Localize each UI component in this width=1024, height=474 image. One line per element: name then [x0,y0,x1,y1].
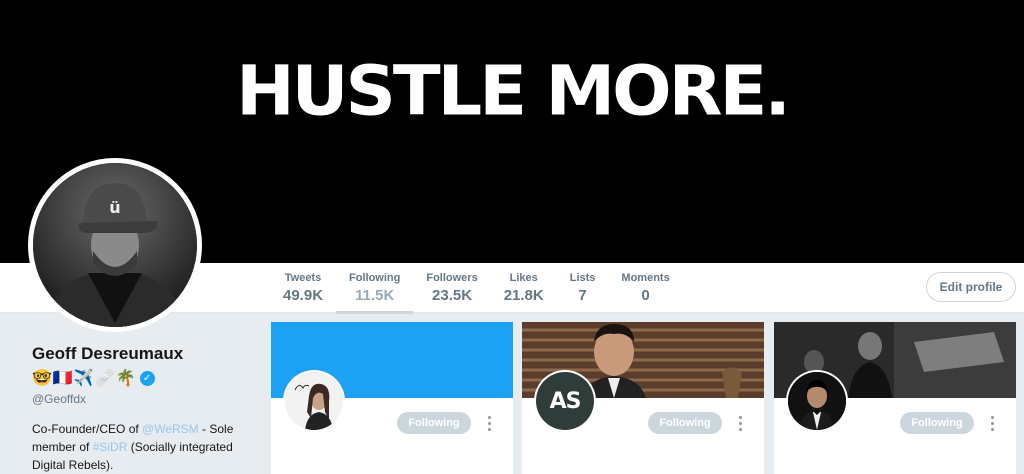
banner-text: HUSTLE MORE. [236,50,791,132]
card-avatar[interactable] [786,370,848,432]
stats-bar: Tweets 49.9K Following 11.5K Followers 2… [270,263,683,314]
stat-label: Followers [426,272,478,284]
card-avatar-photo [788,372,846,430]
more-options-icon[interactable] [984,413,1000,433]
stat-moments[interactable]: Moments 0 [608,263,682,313]
card-avatar-photo: AS [536,372,594,430]
profile-name[interactable]: Geoff Desreumaux [32,344,268,364]
france-flag-icon: 🇫🇷 [52,370,73,387]
stat-label: Tweets [284,272,322,284]
following-card[interactable]: Following [774,322,1016,474]
verified-badge-icon: ✓ [139,370,155,386]
card-avatar-logo-text: AS [549,388,582,414]
card-avatar[interactable]: AS [534,370,596,432]
stat-lists[interactable]: Lists 7 [557,263,609,313]
stat-value: 11.5K [355,287,395,304]
stat-value: 23.5K [432,287,473,304]
following-button[interactable]: Following [648,412,722,434]
following-card[interactable]: AS Following [522,322,764,474]
stat-likes[interactable]: Likes 21.8K [491,263,557,313]
stat-label: Likes [509,272,538,284]
more-options-icon[interactable] [481,413,497,433]
edit-profile-button[interactable]: Edit profile [926,272,1016,302]
svg-text:ü: ü [109,198,120,217]
bio-mention-link[interactable]: @WeRSM [142,422,199,436]
bio-text: Co-Founder/CEO of [32,422,143,436]
stat-followers[interactable]: Followers 23.5K [413,263,490,313]
emoji-row: 🤓 🇫🇷 ✈️ 🩹 🌴 ✓ [32,368,268,388]
profile-handle[interactable]: @Geoffdx [32,392,268,406]
card-avatar-photo [285,372,343,430]
stat-label: Moments [621,272,670,284]
stat-value: 21.8K [503,287,544,304]
card-avatar[interactable] [283,370,345,432]
airplane-icon: ✈️ [73,370,94,387]
stat-value: 7 [578,287,587,304]
following-card[interactable]: Following [271,322,513,474]
stat-label: Following [349,272,401,284]
profile-info: Geoff Desreumaux 🤓 🇫🇷 ✈️ 🩹 🌴 ✓ @Geoffdx … [0,314,268,474]
following-button[interactable]: Following [397,412,471,434]
bio-hashtag-link[interactable]: #SiDR [93,440,128,454]
stat-label: Lists [569,272,596,284]
more-options-icon[interactable] [732,413,748,433]
palm-tree-icon: 🌴 [115,370,136,387]
avatar-photo: ü [33,163,197,327]
profile-avatar[interactable]: ü [28,158,202,332]
bandage-icon: 🩹 [94,370,115,387]
nerd-face-icon: 🤓 [32,370,52,387]
profile-bio: Co-Founder/CEO of @WeRSM - Sole member o… [32,420,242,474]
following-button[interactable]: Following [900,412,974,434]
stat-following[interactable]: Following 11.5K [336,263,414,314]
stat-value: 49.9K [283,287,324,304]
stat-tweets[interactable]: Tweets 49.9K [270,263,336,313]
stat-value: 0 [641,287,650,304]
